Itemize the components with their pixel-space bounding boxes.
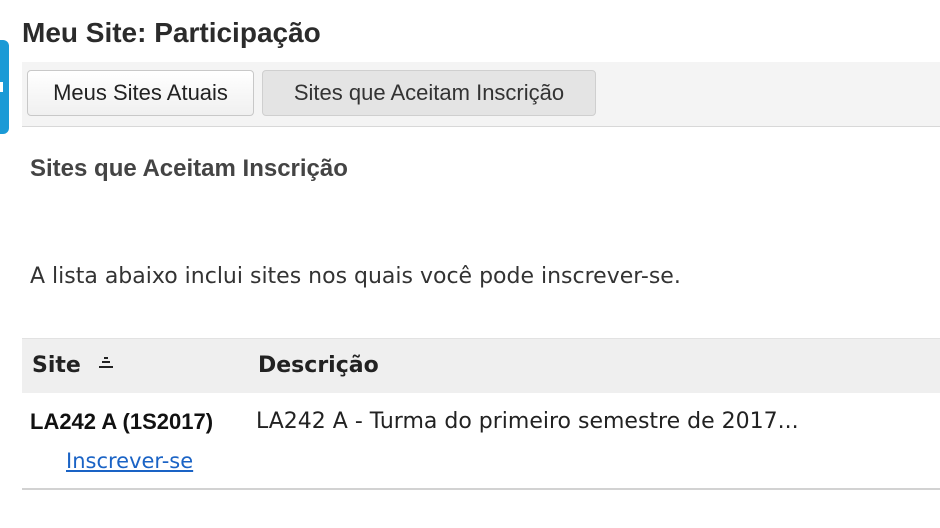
- toolbar: Meus Sites Atuais Sites que Aceitam Insc…: [22, 62, 940, 127]
- table-row: LA242 A (1S2017) Inscrever-se LA242 A - …: [22, 393, 940, 490]
- join-site-link[interactable]: Inscrever-se: [66, 446, 193, 476]
- column-header-description: Descrição: [258, 353, 379, 378]
- sort-ascending-icon[interactable]: [97, 337, 115, 391]
- instructions-text: A lista abaixo inclui sites nos quais vo…: [30, 264, 681, 289]
- section-title: Sites que Aceitam Inscrição: [30, 155, 348, 182]
- column-header-site[interactable]: Site: [32, 339, 115, 393]
- toggle-grip-icon: [0, 82, 3, 92]
- site-description: LA242 A - Turma do primeiro semestre de …: [256, 409, 799, 434]
- column-header-site-label: Site: [32, 353, 81, 378]
- site-title: LA242 A (1S2017): [30, 409, 214, 434]
- joinable-sites-table: Site Descrição LA242 A (1S2017) Inscreve…: [22, 338, 940, 490]
- side-panel-toggle[interactable]: [0, 40, 9, 134]
- page-title: Meu Site: Participação: [22, 17, 321, 48]
- my-current-sites-button[interactable]: Meus Sites Atuais: [27, 70, 254, 116]
- table-header: Site Descrição: [22, 338, 940, 393]
- joinable-sites-button[interactable]: Sites que Aceitam Inscrição: [262, 70, 596, 116]
